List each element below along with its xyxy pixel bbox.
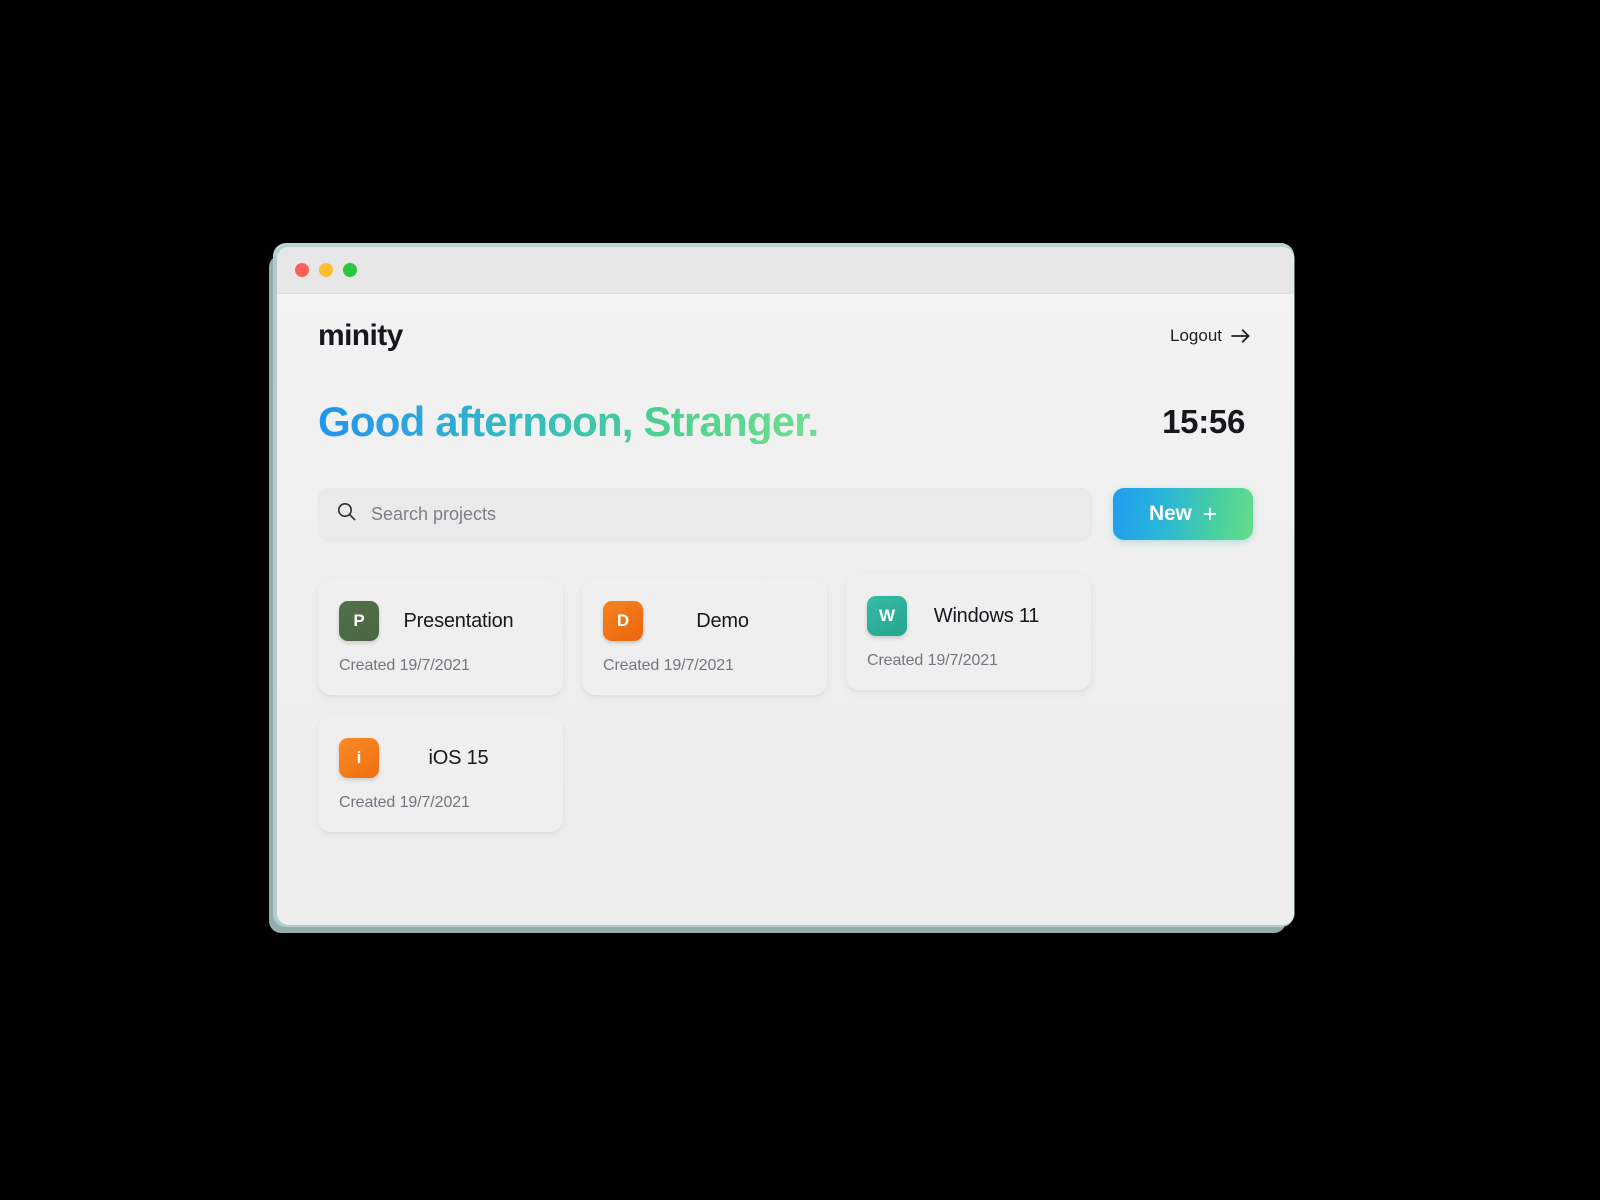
project-card-header: i iOS 15	[339, 738, 542, 779]
close-window-button[interactable]	[295, 263, 309, 277]
minimize-window-button[interactable]	[319, 263, 333, 277]
project-created-date: Created 19/7/2021	[603, 657, 734, 675]
search-row: New +	[318, 488, 1253, 541]
project-created-date: Created 19/7/2021	[339, 657, 470, 675]
project-created-date: Created 19/7/2021	[339, 794, 470, 812]
project-initial-icon: i	[339, 738, 379, 779]
logout-label: Logout	[1170, 326, 1222, 345]
maximize-window-button[interactable]	[343, 263, 357, 277]
plus-icon: +	[1202, 499, 1218, 528]
project-title: Presentation	[403, 609, 514, 632]
project-card-presentation[interactable]: P Presentation Created 19/7/2021	[318, 579, 563, 696]
project-card-header: D Demo	[603, 601, 806, 642]
app-header: minity Logout	[318, 294, 1253, 353]
project-initial-icon: D	[603, 601, 643, 642]
projects-grid: P Presentation Created 19/7/2021 D Demo …	[318, 574, 1253, 833]
project-title: Demo	[696, 609, 749, 632]
project-initial-icon: W	[867, 596, 907, 637]
new-project-button[interactable]: New +	[1113, 488, 1253, 541]
greeting-text: Good afternoon, Stranger.	[318, 398, 819, 445]
project-title: iOS 15	[428, 746, 489, 769]
project-card-header: W Windows 11	[867, 596, 1070, 637]
hero-row: Good afternoon, Stranger. 15:56	[318, 398, 1253, 445]
arrow-right-icon	[1231, 328, 1251, 344]
search-field-wrapper[interactable]	[318, 488, 1092, 541]
project-created-date: Created 19/7/2021	[867, 652, 998, 670]
project-card-ios-15[interactable]: i iOS 15 Created 19/7/2021	[318, 716, 563, 833]
search-input[interactable]	[371, 488, 1073, 541]
clock-display: 15:56	[1162, 403, 1245, 441]
project-card-demo[interactable]: D Demo Created 19/7/2021	[582, 579, 827, 696]
project-title: Windows 11	[933, 604, 1040, 627]
project-card-header: P Presentation	[339, 601, 542, 642]
project-card-windows-11[interactable]: W Windows 11 Created 19/7/2021	[846, 574, 1091, 691]
app-logo: minity	[318, 319, 403, 352]
new-project-label: New	[1149, 502, 1192, 526]
search-icon	[337, 502, 356, 526]
logout-button[interactable]: Logout	[1170, 326, 1253, 346]
app-window: minity Logout Good afternoon, Stranger. …	[277, 247, 1294, 925]
project-initial-icon: P	[339, 601, 379, 642]
window-titlebar	[277, 247, 1294, 294]
app-content: minity Logout Good afternoon, Stranger. …	[277, 294, 1294, 925]
